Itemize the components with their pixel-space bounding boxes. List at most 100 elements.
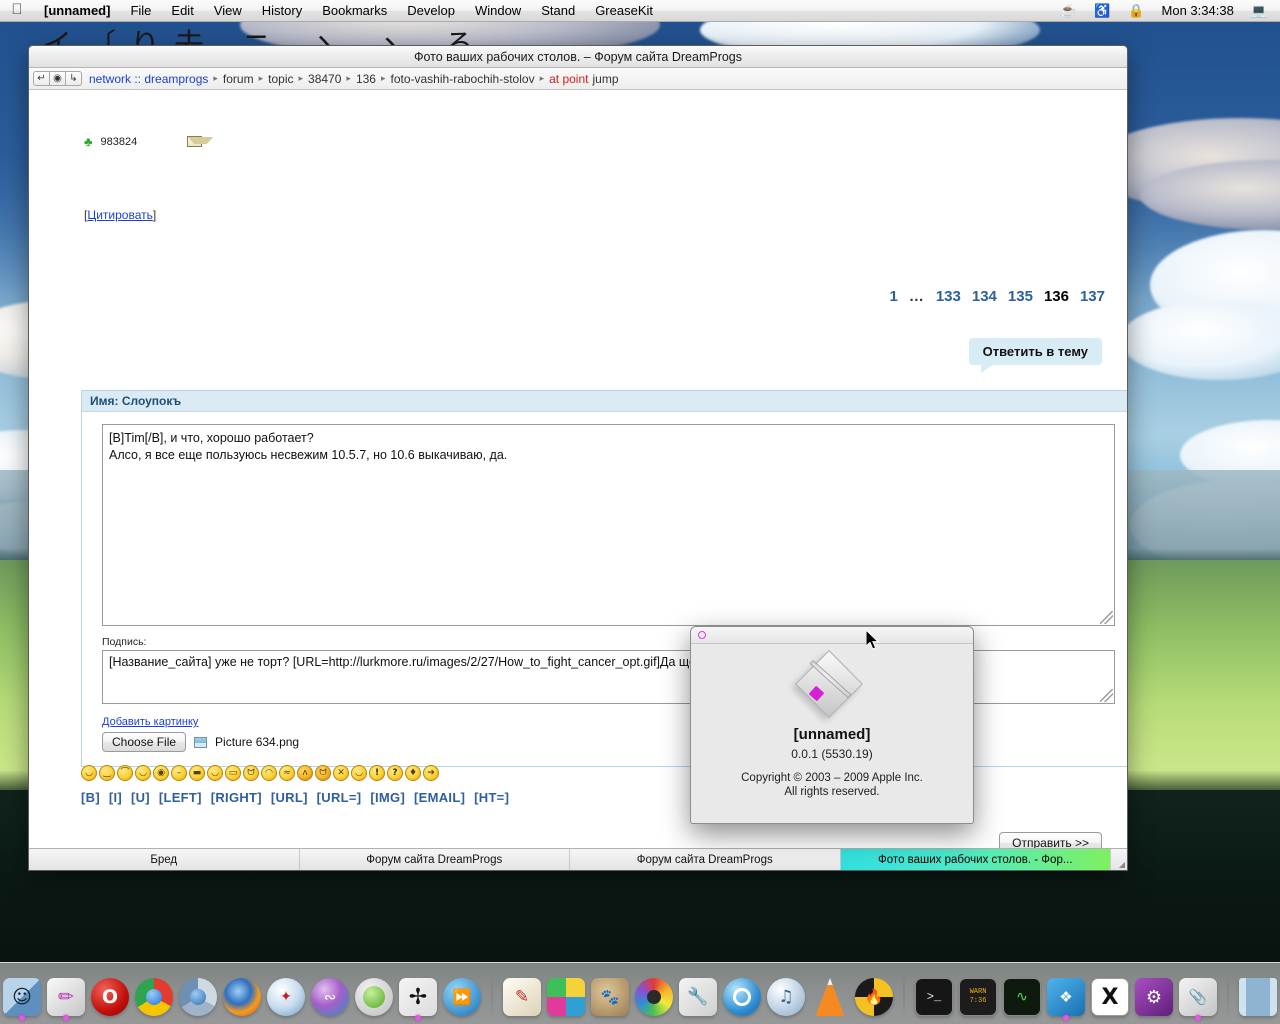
message-textarea[interactable]: [B]Tim[/B], и что, хорошо работает? Алсо… [103, 425, 1114, 625]
about-dialog-title-bar[interactable] [691, 627, 973, 644]
dock-item-finder[interactable]: ☺ [0, 970, 44, 1022]
dock-item-firefox[interactable] [220, 970, 264, 1022]
breadcrumb-item-forum[interactable]: forum [223, 72, 254, 86]
breadcrumb-item-network[interactable]: network :: dreamprogs [89, 72, 208, 86]
taskbar-tab-forum-2[interactable]: Форум сайта DreamProgs [570, 849, 841, 870]
dock-item-textedit[interactable]: ✎ [500, 970, 544, 1022]
emoticon-smiley-neutral[interactable]: – [171, 765, 187, 781]
bbcode-bold[interactable]: [B] [81, 790, 100, 805]
textarea-resize-grip[interactable] [1100, 689, 1113, 702]
question-icon[interactable]: ? [387, 765, 403, 781]
menu-item-history[interactable]: History [252, 0, 312, 22]
emoticon-smiley-laugh[interactable]: ◡ [207, 765, 223, 781]
emoticon-smiley-crazy[interactable]: ◉ [153, 765, 169, 781]
taskbar-tab-forum-1[interactable]: Форум сайта DreamProgs [300, 849, 570, 870]
menu-app-name[interactable]: [unnamed] [34, 0, 120, 22]
page-link-137[interactable]: 137 [1080, 288, 1105, 305]
emoticon-wink[interactable]: ◡ [351, 765, 367, 781]
emoticon-dizzy[interactable]: ✕ [333, 765, 349, 781]
menu-item-file[interactable]: File [120, 0, 161, 22]
page-link-134[interactable]: 134 [972, 288, 997, 305]
arrow-icon[interactable]: ➔ [423, 765, 439, 781]
submit-button[interactable]: Отправить >> [999, 832, 1102, 848]
reload-icon[interactable]: ◉ [49, 71, 66, 86]
menu-item-window[interactable]: Window [465, 0, 531, 22]
headphones-icon[interactable]: ♿ [1085, 0, 1119, 22]
dock-item-fast-forward-app[interactable]: ⏩ [440, 970, 484, 1022]
emoticon-smiley-grin[interactable]: ◡ [81, 765, 97, 781]
dock-item-webkit[interactable]: ✏ [44, 970, 88, 1022]
emoticon-smiley-silly[interactable]: ◡ [135, 765, 151, 781]
dock-item-archive-utility[interactable]: 📎 [1176, 970, 1220, 1022]
add-picture-link[interactable]: Добавить картинку [102, 716, 198, 728]
breadcrumb-item-jump[interactable]: jump [592, 72, 618, 86]
choose-file-button[interactable]: Choose File [102, 732, 187, 752]
dock-item-console-warning[interactable]: WARN 7:36 [956, 970, 1000, 1022]
dock-item-gimp[interactable]: 🐾 [588, 970, 632, 1022]
dock-item-system-preferences[interactable]: ⚙ [1132, 970, 1176, 1022]
exclamation-icon[interactable]: ! [369, 765, 385, 781]
dock-item-dropbox[interactable]: ❖ [1044, 970, 1088, 1022]
emoticon-devil-angry[interactable]: ʌ [297, 765, 313, 781]
dock-item-toast[interactable]: 🔥 [852, 970, 896, 1022]
menu-item-bookmarks[interactable]: Bookmarks [312, 0, 397, 22]
dock-item-color-meter[interactable] [632, 970, 676, 1022]
menu-item-develop[interactable]: Develop [397, 0, 465, 22]
bbcode-left[interactable]: [LEFT] [159, 790, 202, 805]
dock-item-google-chrome[interactable] [132, 970, 176, 1022]
dock-item-omniweb[interactable] [352, 970, 396, 1022]
taskbar-tab-photos-active[interactable]: Фото ваших рабочих столов. - Фор... [840, 849, 1111, 870]
taskbar-tab-bred[interactable]: Бред [29, 849, 300, 870]
taskbar-resize-grip[interactable]: ◢ [1111, 849, 1127, 870]
bbcode-email[interactable]: [EMAIL] [414, 790, 465, 805]
coffee-pot-icon[interactable]: ☕ [1051, 0, 1085, 22]
bbcode-url-eq[interactable]: [URL=] [317, 790, 362, 805]
dock-item-itunes[interactable]: ♫ [764, 970, 808, 1022]
breadcrumb-item-topic[interactable]: topic [268, 72, 293, 86]
emoticon-smiley-blush[interactable]: ◠ [261, 765, 277, 781]
dock-item-utility-tools[interactable]: 🔧 [676, 970, 720, 1022]
dock-item-camino[interactable]: ✢ [396, 970, 440, 1022]
page-link-135[interactable]: 135 [1008, 288, 1033, 305]
menu-item-edit[interactable]: Edit [161, 0, 203, 22]
dock-item-quicktime[interactable] [720, 970, 764, 1022]
dock-item-vlc[interactable] [808, 970, 852, 1022]
page-link-1[interactable]: 1 [890, 288, 898, 305]
envelope-icon[interactable] [187, 136, 214, 147]
emoticon-devil-grin[interactable]: ᗢ [315, 765, 331, 781]
message-textarea-box[interactable]: [B]Tim[/B], и что, хорошо работает? Алсо… [102, 424, 1115, 626]
emoticon-smiley-happy[interactable]: ‿ [99, 765, 115, 781]
bbcode-img[interactable]: [IMG] [370, 790, 405, 805]
dock-item-opera[interactable]: O [88, 970, 132, 1022]
display-icon[interactable]: 💻 [1242, 0, 1276, 22]
bbcode-italic[interactable]: [I] [109, 790, 122, 805]
reply-to-topic-button[interactable]: Ответить в тему [968, 338, 1102, 373]
bbcode-underline[interactable]: [U] [131, 790, 150, 805]
menu-item-view[interactable]: View [204, 0, 252, 22]
back-arrow-icon[interactable]: ↵ [33, 71, 50, 86]
breadcrumb-item-slug[interactable]: foto-vashih-rabochih-stolov [391, 72, 535, 86]
emoticon-smiley-tongue[interactable]: ᗢ [243, 765, 259, 781]
dock-item-x11[interactable]: X [1088, 970, 1132, 1022]
dock-item-shiira[interactable]: ∾ [308, 970, 352, 1022]
idea-icon[interactable]: ♦ [405, 765, 421, 781]
page-link-133[interactable]: 133 [936, 288, 961, 305]
window-title-bar[interactable]: Фото ваших рабочих столов. – Форум сайта… [29, 46, 1127, 68]
bbcode-url[interactable]: [URL] [271, 790, 308, 805]
menu-bar-clock[interactable]: Mon 3:34:38 [1154, 0, 1242, 22]
textarea-resize-grip[interactable] [1100, 611, 1113, 624]
dock-item-chromium[interactable] [176, 970, 220, 1022]
apple-icon[interactable]:  [0, 2, 34, 19]
bbcode-ht[interactable]: [HT=] [474, 790, 509, 805]
close-dot-icon[interactable] [698, 631, 706, 639]
dock-item-safari[interactable]: ✦ [264, 970, 308, 1022]
breadcrumb-item-at-point[interactable]: at point [549, 72, 588, 86]
emoticon-smiley-teeth[interactable]: ▭ [225, 765, 241, 781]
quote-link[interactable]: Цитировать [87, 208, 153, 222]
breadcrumb-item-id[interactable]: 38470 [308, 72, 341, 86]
menu-item-greasekit[interactable]: GreaseKit [585, 0, 663, 22]
lock-icon[interactable]: 🔒 [1119, 0, 1153, 22]
dock-item-terminal[interactable]: >_ [912, 970, 956, 1022]
dock-item-trash[interactable] [1236, 970, 1280, 1022]
breadcrumb-item-page[interactable]: 136 [356, 72, 376, 86]
